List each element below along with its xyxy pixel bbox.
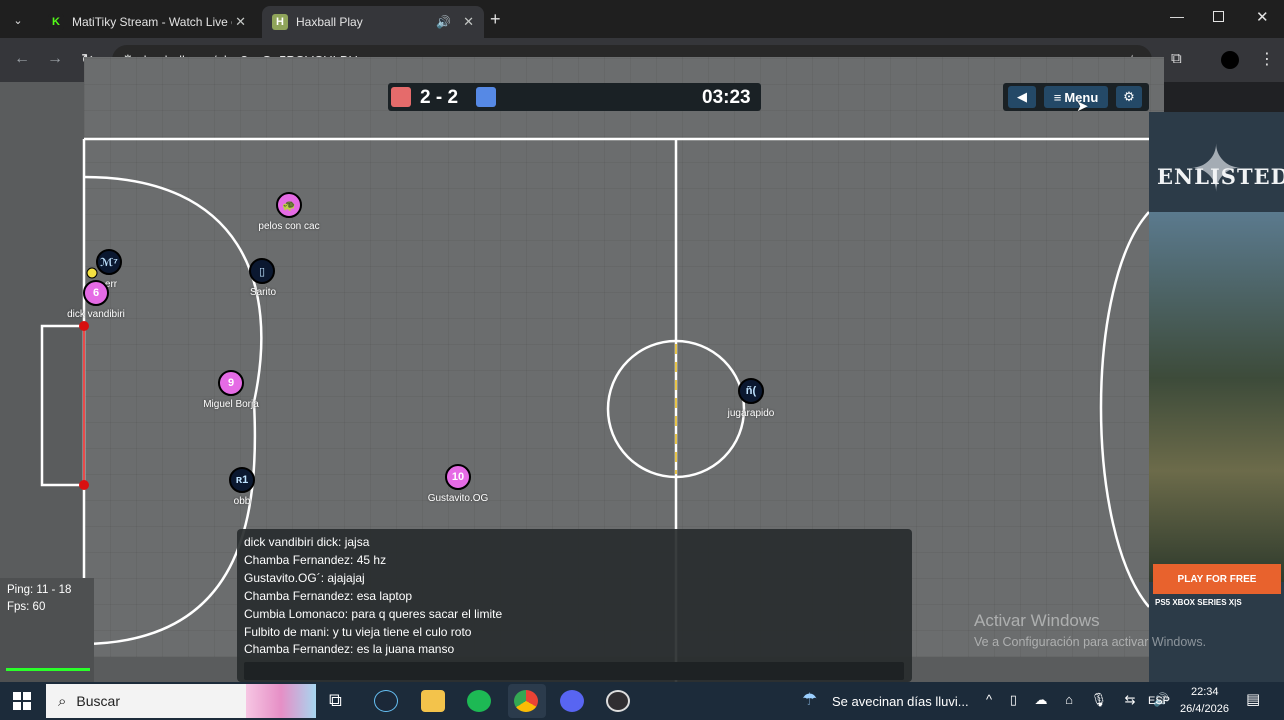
player-disc-red: 10 bbox=[445, 464, 471, 490]
player-disc-blue: ▯ bbox=[249, 258, 275, 284]
tab-title: Haxball Play bbox=[296, 15, 363, 29]
activation-subtitle: Ve a Configuración para activar Windows. bbox=[974, 635, 1207, 649]
profile-avatar[interactable] bbox=[1221, 51, 1239, 69]
player-disc-blue: ñ( bbox=[738, 378, 764, 404]
player-name: Gustavito.OG bbox=[427, 493, 489, 504]
ping-graph bbox=[6, 668, 90, 671]
player-name: obb bbox=[233, 496, 251, 507]
player-disc-blue: ʀ1 bbox=[229, 467, 255, 493]
ad-cta-label: PLAY FOR FREE bbox=[1177, 573, 1257, 585]
search-placeholder: Buscar bbox=[76, 693, 120, 709]
tab-matitiky[interactable]: K MatiTiky Stream - Watch Live o ✕ bbox=[38, 6, 256, 38]
haxball-favicon-icon: H bbox=[272, 14, 288, 30]
chat-message: Chamba Fernandez: esa laptop bbox=[244, 588, 413, 603]
weather-icon: ☂ bbox=[802, 690, 818, 709]
player-name: Miguel Borja bbox=[203, 399, 259, 410]
chat-message: Fulbito de mani: y tu vieja tiene el cul… bbox=[244, 624, 472, 639]
steam-icon[interactable] bbox=[374, 690, 398, 712]
red-team-square bbox=[391, 87, 411, 107]
file-explorer-icon[interactable] bbox=[421, 690, 445, 712]
start-button[interactable] bbox=[13, 692, 31, 710]
tab-list-button[interactable]: ⌄ bbox=[8, 10, 28, 30]
discord-icon[interactable] bbox=[560, 690, 584, 712]
blue-team-square bbox=[476, 87, 496, 107]
close-window-icon[interactable]: ✕ bbox=[1256, 8, 1269, 26]
player-disc-blue: ℳ⁷ bbox=[96, 249, 122, 275]
ad-title: ENLISTED bbox=[1157, 164, 1284, 189]
back-icon[interactable]: ← bbox=[14, 50, 30, 68]
restore-icon[interactable] bbox=[1213, 11, 1224, 22]
sound-button[interactable]: ◀ bbox=[1008, 86, 1036, 108]
chat-message: Cumbia Lomonaco: para q queres sacar el … bbox=[244, 606, 503, 621]
kick-favicon-icon: K bbox=[48, 14, 64, 30]
weather-text[interactable]: Se avecinan días lluvi... bbox=[832, 694, 969, 709]
browser-menu-icon[interactable]: ⋮ bbox=[1259, 49, 1275, 69]
minimize-icon[interactable]: — bbox=[1170, 8, 1184, 24]
ad-banner[interactable]: ✦ ENLISTED PLAY FOR FREE PS5 XBOX SERIES… bbox=[1149, 112, 1284, 682]
player-name: jugarapido bbox=[727, 408, 775, 419]
player-name: dick vandibiri bbox=[67, 309, 125, 320]
score: 2 - 2 bbox=[420, 87, 459, 108]
chrome-icon[interactable] bbox=[514, 690, 538, 712]
speaker-icon[interactable]: 🔊 bbox=[436, 15, 451, 29]
notifications-icon[interactable]: ▤ bbox=[1246, 690, 1260, 708]
extensions-icon[interactable]: ⧉ bbox=[1171, 50, 1182, 67]
chat-input[interactable] bbox=[244, 662, 904, 680]
player-disc-red: 6 bbox=[83, 280, 109, 306]
chat-box: dick vandibiri dick: jajsa Chamba Fernan… bbox=[237, 529, 912, 682]
hamburger-icon: ≡ bbox=[1053, 89, 1062, 105]
taskbar-search[interactable]: ⌕ Buscar bbox=[46, 684, 316, 718]
close-tab-icon[interactable]: ✕ bbox=[235, 14, 246, 30]
mouse-cursor-icon: ➤ bbox=[1076, 98, 1089, 115]
stats-panel: Ping: 11 - 18 Fps: 60 bbox=[0, 578, 94, 682]
player-disc-red: 9 bbox=[218, 370, 244, 396]
tab-title: MatiTiky Stream - Watch Live o bbox=[72, 15, 232, 29]
ping-text: Ping: 11 - 18 bbox=[7, 584, 72, 596]
search-highlight-image bbox=[246, 684, 316, 718]
player-name: pelos con cac bbox=[258, 221, 320, 232]
chat-message: Chamba Fernandez: es la juana manso bbox=[244, 642, 455, 657]
spotify-icon[interactable] bbox=[467, 690, 491, 712]
ad-platforms: PS5 XBOX SERIES X|S bbox=[1155, 598, 1242, 607]
search-icon: ⌕ bbox=[58, 692, 67, 710]
game-timer: 03:23 bbox=[702, 87, 751, 108]
language-indicator[interactable]: ESP bbox=[1148, 695, 1170, 707]
task-view-icon[interactable]: ⧉ bbox=[329, 690, 342, 711]
player-name: Sarito bbox=[249, 287, 277, 298]
fps-text: Fps: 60 bbox=[7, 601, 46, 613]
chat-message: Chamba Fernandez: 45 hz bbox=[244, 552, 387, 567]
settings-button[interactable]: ⚙ bbox=[1116, 86, 1142, 108]
close-tab-icon[interactable]: ✕ bbox=[463, 14, 474, 30]
obs-icon[interactable] bbox=[606, 690, 630, 712]
clock-time[interactable]: 22:34 bbox=[1191, 686, 1219, 698]
forward-icon[interactable]: → bbox=[47, 50, 63, 68]
ad-cta-button[interactable]: PLAY FOR FREE bbox=[1153, 564, 1281, 594]
ad-soldier-image bbox=[1149, 212, 1284, 582]
tab-haxball[interactable]: H Haxball Play 🔊 ✕ bbox=[262, 6, 484, 38]
clock-date[interactable]: 26/4/2026 bbox=[1180, 703, 1229, 715]
chat-message: dick vandibiri dick: jajsa bbox=[244, 535, 370, 549]
chat-message: Gustavito.OG´: ajajajaj bbox=[244, 570, 365, 585]
activation-title: Activar Windows bbox=[974, 611, 1100, 630]
new-tab-icon[interactable]: + bbox=[490, 9, 501, 30]
player-disc-red: 🐢 bbox=[276, 192, 302, 218]
